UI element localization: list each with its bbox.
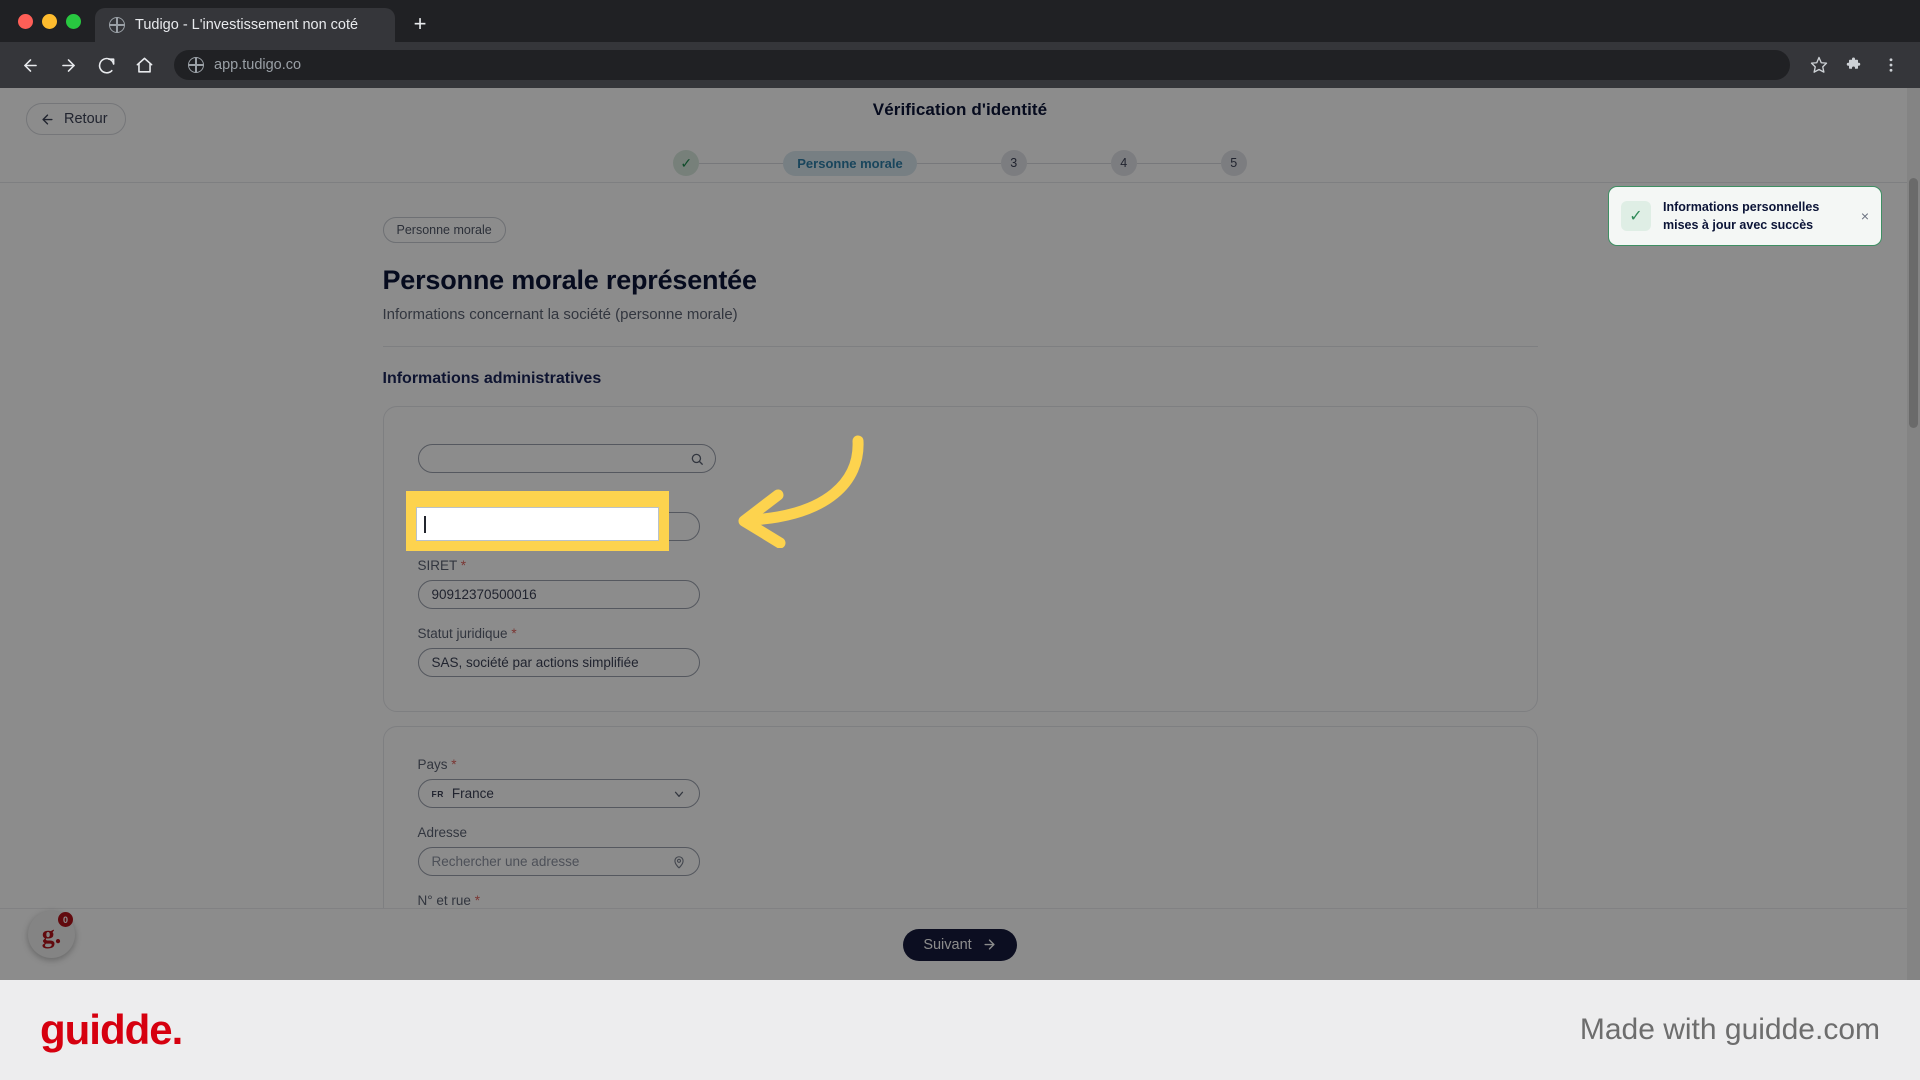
step-4[interactable]: 4	[1110, 150, 1137, 176]
search-company-row	[417, 444, 1503, 473]
pays-label: Pays *	[417, 757, 457, 772]
vertical-scrollbar[interactable]	[1907, 88, 1920, 980]
adresse-label: Adresse	[417, 825, 468, 840]
success-toast: ✓ Informations personnelles mises à jour…	[1608, 186, 1882, 247]
scrollbar-thumb[interactable]	[1909, 178, 1918, 428]
home-icon[interactable]	[128, 49, 160, 81]
browser-window: Tudigo - L'investissement non coté + app…	[0, 0, 1920, 980]
text-caret	[424, 515, 426, 533]
next-button[interactable]: Suivant	[903, 928, 1017, 961]
step-2-current[interactable]: Personne morale	[783, 150, 917, 176]
page-viewport: Retour Vérification d'identité ✓ Personn…	[0, 88, 1920, 980]
site-globe-icon	[187, 56, 204, 73]
numero-rue-label: N° et rue *	[417, 893, 480, 908]
field-siret: SIRET * 90912370500016	[417, 558, 1503, 609]
step-5[interactable]: 5	[1220, 150, 1247, 176]
statut-juridique-input[interactable]: SAS, société par actions simplifiée	[417, 648, 700, 677]
forward-arrow-icon	[984, 939, 995, 950]
required-marker: *	[511, 626, 517, 641]
arrow-annotation-icon	[738, 435, 864, 548]
field-search-company	[417, 444, 1503, 473]
back-arrow-icon[interactable]	[14, 49, 46, 81]
title-divider	[382, 346, 1538, 347]
url-text: app.tudigo.co	[214, 57, 302, 73]
three-dot-menu-icon[interactable]	[1876, 50, 1906, 80]
step-3[interactable]: 3	[1000, 150, 1027, 176]
guidde-floating-badge[interactable]: g. 0	[28, 911, 75, 958]
toast-message: Informations personnelles mises à jour a…	[1663, 200, 1820, 233]
page-header: Retour Vérification d'identité	[0, 88, 1920, 150]
step-connector	[1026, 162, 1111, 164]
field-pays: Pays * FR France	[417, 757, 1503, 808]
administrative-info-card: Nom de l'organisation * TUDI HOLDING 23 …	[382, 406, 1538, 712]
browser-toolbar: app.tudigo.co	[0, 42, 1920, 88]
chevron-down-icon	[672, 787, 686, 801]
globe-icon	[108, 16, 125, 33]
field-adresse: Adresse Rechercher une adresse	[417, 825, 1503, 876]
pays-value: France	[451, 786, 494, 801]
statut-juridique-label: Statut juridique *	[417, 626, 517, 641]
new-tab-button[interactable]: +	[405, 9, 435, 39]
siret-input[interactable]: 90912370500016	[417, 580, 700, 609]
guidde-badge-count: 0	[58, 912, 73, 927]
search-company-input[interactable]	[417, 444, 700, 473]
highlight-ghost-label	[420, 496, 600, 505]
address-bar[interactable]: app.tudigo.co	[174, 50, 1790, 80]
step-connector	[699, 162, 784, 164]
focused-search-input[interactable]	[416, 507, 659, 541]
browser-tab[interactable]: Tudigo - L'investissement non coté	[95, 8, 395, 42]
forward-arrow-icon[interactable]	[52, 49, 84, 81]
step-1-completed[interactable]: ✓	[673, 150, 700, 176]
entity-type-chip: Personne morale	[382, 217, 506, 243]
content-wrapper: Personne morale Personne morale représen…	[382, 217, 1538, 980]
maximize-window-button[interactable]	[66, 13, 81, 29]
minimize-window-button[interactable]	[42, 13, 57, 29]
check-icon: ✓	[1621, 201, 1651, 232]
close-icon[interactable]: ×	[1861, 208, 1869, 224]
section-title: Personne morale représentée	[382, 265, 757, 295]
page-content: Personne morale Personne morale représen…	[0, 183, 1920, 980]
subsection-heading: Informations administratives	[382, 370, 602, 387]
close-window-button[interactable]	[18, 13, 33, 29]
highlight-annotation	[406, 491, 669, 551]
section-subtitle: Informations concernant la société (pers…	[382, 306, 738, 323]
window-controls	[14, 0, 95, 42]
adresse-placeholder: Rechercher une adresse	[431, 854, 580, 869]
made-with-guidde-text: Made with guidde.com	[1579, 1013, 1880, 1046]
flag-fr-icon: FR	[431, 788, 444, 799]
required-marker: *	[451, 757, 457, 772]
step-connector	[1136, 162, 1221, 164]
form-footer: Suivant	[0, 908, 1920, 980]
reload-icon[interactable]	[90, 49, 122, 81]
guidde-brand-bar: guidde. Made with guidde.com	[0, 980, 1920, 1080]
siret-label: SIRET *	[417, 558, 467, 573]
field-statut-juridique: Statut juridique * SAS, société par acti…	[417, 626, 1503, 677]
location-pin-icon	[672, 855, 686, 869]
progress-stepper: ✓ Personne morale 3 4 5	[0, 150, 1920, 182]
tab-strip: Tudigo - L'investissement non coté +	[0, 0, 1920, 42]
pays-select[interactable]: FR France	[417, 779, 700, 808]
adresse-search-input[interactable]: Rechercher une adresse	[417, 847, 700, 876]
page-title: Vérification d'identité	[872, 100, 1048, 119]
required-marker: *	[474, 893, 480, 908]
star-icon[interactable]	[1804, 50, 1834, 80]
tab-title: Tudigo - L'investissement non coté	[135, 17, 359, 33]
guidde-logo: guidde.	[40, 1006, 183, 1053]
guidde-badge-letter: g.	[41, 919, 62, 949]
required-marker: *	[460, 558, 467, 573]
step-connector	[916, 162, 1001, 164]
puzzle-icon[interactable]	[1840, 50, 1870, 80]
next-button-label: Suivant	[923, 936, 972, 953]
